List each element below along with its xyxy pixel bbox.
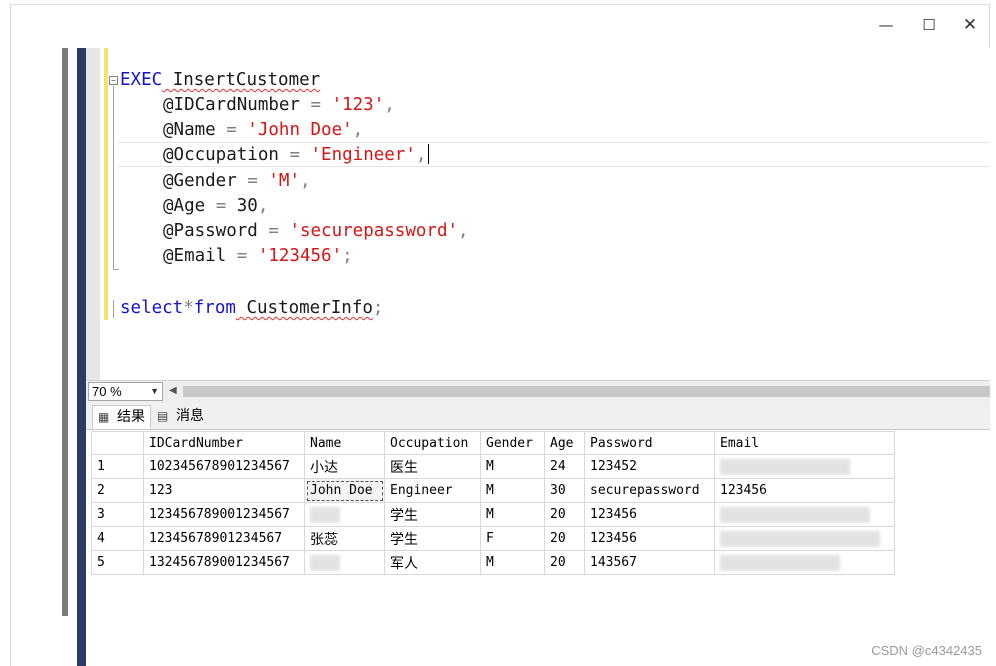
corner-cell[interactable] xyxy=(91,431,144,455)
minimize-button[interactable]: — xyxy=(871,13,901,37)
redacted-value xyxy=(720,530,880,547)
table-row[interactable]: 4 12345678901234567 张蕊 学生 F 20 123456 xyxy=(91,526,895,551)
cell-occupation[interactable]: 医生 xyxy=(384,454,481,479)
document-tab-edge xyxy=(77,48,86,666)
results-tabbar: ▦ 结果 ▤ 消息 xyxy=(86,402,990,430)
table-row[interactable]: 1 102345678901234567 小达 医生 M 24 123452 xyxy=(91,454,895,479)
maximize-button[interactable]: ☐ xyxy=(914,13,944,37)
cell-password[interactable]: securepassword xyxy=(584,478,715,503)
cell-gender[interactable]: M xyxy=(480,478,545,503)
horizontal-scrollbar-thumb[interactable] xyxy=(183,386,990,397)
table-row[interactable]: 3 123456789001234567 学生 M 20 123456 xyxy=(91,502,895,527)
cell-idcard[interactable]: 132456789001234567 xyxy=(143,550,305,575)
column-header[interactable]: Occupation xyxy=(384,431,481,455)
cell-email[interactable]: 123456 xyxy=(714,478,895,503)
row-number[interactable]: 4 xyxy=(91,526,144,551)
cell-gender[interactable]: M xyxy=(480,454,545,479)
redacted-value xyxy=(720,554,840,571)
cell-occupation[interactable]: 学生 xyxy=(384,526,481,551)
grid-icon: ▦ xyxy=(98,410,110,424)
row-number[interactable]: 5 xyxy=(91,550,144,575)
zoom-value: 70 % xyxy=(92,384,122,399)
watermark: CSDN @c4342435 xyxy=(871,643,982,658)
code-line-param: @Gender = 'M', xyxy=(163,171,311,191)
cell-age[interactable]: 24 xyxy=(544,454,585,479)
cell-idcard[interactable]: 12345678901234567 xyxy=(143,526,305,551)
text-caret xyxy=(428,144,430,164)
cell-password[interactable]: 123456 xyxy=(584,526,715,551)
row-number[interactable]: 3 xyxy=(91,502,144,527)
zoom-select[interactable]: 70 % ▼ xyxy=(88,382,163,401)
header-row: IDCardNumber Name Occupation Gender Age … xyxy=(91,431,895,455)
message-icon: ▤ xyxy=(157,409,169,423)
column-header[interactable]: Gender xyxy=(480,431,545,455)
outline-guide-end xyxy=(113,269,119,270)
tab-results[interactable]: ▦ 结果 xyxy=(92,405,151,429)
cell-email[interactable] xyxy=(714,502,895,527)
code-line-param: @Password = 'securepassword', xyxy=(163,221,469,241)
tab-results-label: 结果 xyxy=(117,409,145,425)
results-grid: IDCardNumber Name Occupation Gender Age … xyxy=(91,431,895,575)
column-header[interactable]: IDCardNumber xyxy=(143,431,305,455)
code-line-param: @Age = 30, xyxy=(163,196,269,216)
code-line-param: @Email = '123456'; xyxy=(163,246,353,266)
cell-idcard[interactable]: 123456789001234567 xyxy=(143,502,305,527)
cell-occupation[interactable]: Engineer xyxy=(384,478,481,503)
column-header[interactable]: Password xyxy=(584,431,715,455)
cell-idcard[interactable]: 102345678901234567 xyxy=(143,454,305,479)
code-line-param: @Name = 'John Doe', xyxy=(163,120,364,140)
cell-name[interactable]: 张蕊 xyxy=(304,526,385,551)
cell-email[interactable] xyxy=(714,454,895,479)
chevron-down-icon: ▼ xyxy=(150,386,159,396)
cell-password[interactable]: 123456 xyxy=(584,502,715,527)
redacted-value xyxy=(720,506,870,523)
cell-age[interactable]: 20 xyxy=(544,550,585,575)
tab-messages-label: 消息 xyxy=(176,408,204,424)
editor-statusbar: 70 % ▼ ◀ xyxy=(86,380,990,402)
cell-occupation[interactable]: 学生 xyxy=(384,502,481,527)
cell-name[interactable] xyxy=(304,502,385,527)
column-header[interactable]: Email xyxy=(714,431,895,455)
code-line-param: @Occupation = 'Engineer', xyxy=(163,143,430,167)
code-line-exec: EXEC InsertCustomer xyxy=(120,70,321,90)
cell-name[interactable] xyxy=(304,550,385,575)
outline-guide xyxy=(113,300,114,318)
redacted-value xyxy=(310,554,340,571)
cell-age[interactable]: 30 xyxy=(544,478,585,503)
collapse-toggle-icon[interactable]: − xyxy=(109,76,118,85)
column-header[interactable]: Age xyxy=(544,431,585,455)
table-row[interactable]: 5 132456789001234567 军人 M 20 143567 xyxy=(91,550,895,575)
cell-name-selected[interactable]: John Doe xyxy=(304,478,385,503)
table-row[interactable]: 2 123 John Doe Engineer M 30 securepassw… xyxy=(91,478,895,503)
cell-age[interactable]: 20 xyxy=(544,502,585,527)
code-line-param: @IDCardNumber = '123', xyxy=(163,95,395,115)
row-number[interactable]: 2 xyxy=(91,478,144,503)
cell-gender[interactable]: M xyxy=(480,550,545,575)
cell-email[interactable] xyxy=(714,550,895,575)
cell-idcard[interactable]: 123 xyxy=(143,478,305,503)
cell-password[interactable]: 123452 xyxy=(584,454,715,479)
query-editor[interactable]: − EXEC InsertCustomer @IDCardNumber = '1… xyxy=(108,48,990,382)
cell-email[interactable] xyxy=(714,526,895,551)
tab-messages[interactable]: ▤ 消息 xyxy=(152,405,209,429)
redacted-value xyxy=(310,506,340,523)
cell-occupation[interactable]: 军人 xyxy=(384,550,481,575)
solution-panel-edge xyxy=(62,48,68,616)
cell-gender[interactable]: F xyxy=(480,526,545,551)
results-grid-pane: IDCardNumber Name Occupation Gender Age … xyxy=(86,430,990,666)
cell-age[interactable]: 20 xyxy=(544,526,585,551)
scroll-left-icon[interactable]: ◀ xyxy=(169,385,177,396)
cell-name[interactable]: 小达 xyxy=(304,454,385,479)
cell-password[interactable]: 143567 xyxy=(584,550,715,575)
row-number[interactable]: 1 xyxy=(91,454,144,479)
code-line-select: select*from CustomerInfo; xyxy=(120,298,384,318)
column-header[interactable]: Name xyxy=(304,431,385,455)
selection-margin[interactable] xyxy=(86,48,100,382)
cell-gender[interactable]: M xyxy=(480,502,545,527)
close-button[interactable]: ✕ xyxy=(955,13,985,37)
redacted-value xyxy=(720,458,850,475)
outline-guide xyxy=(113,86,114,270)
